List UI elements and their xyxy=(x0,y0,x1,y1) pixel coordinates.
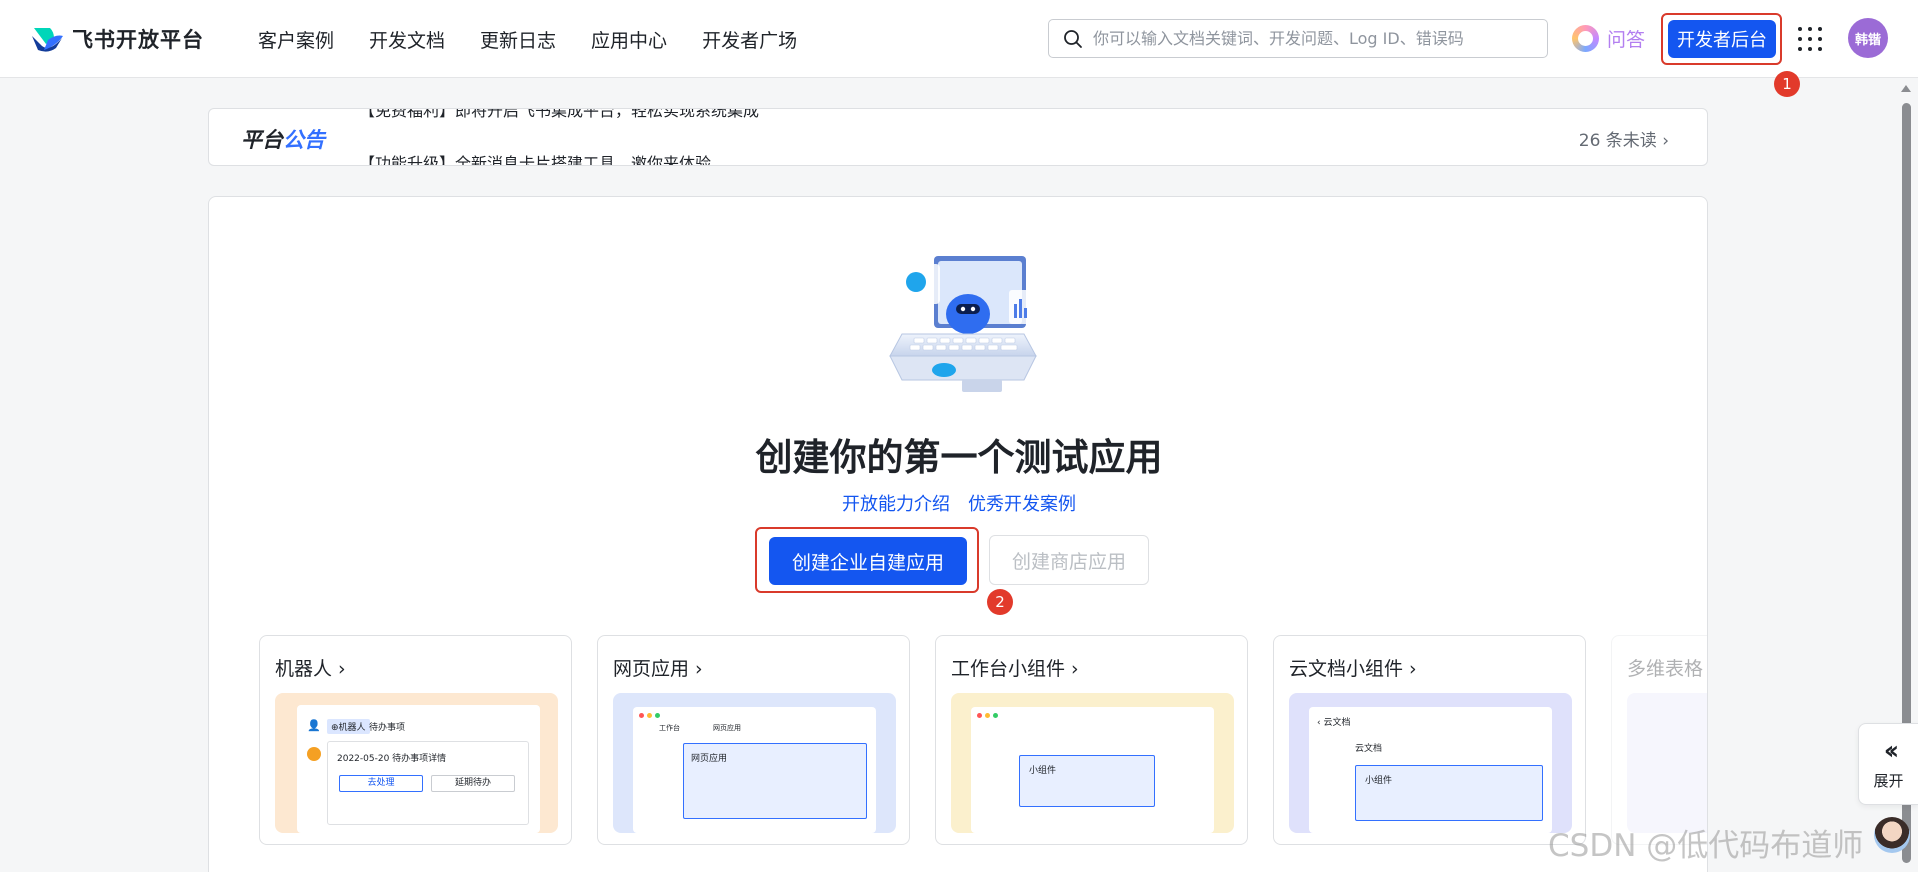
top-navigation-bar: 飞书开放平台 客户案例 开发文档 更新日志 应用中心 开发者广场 问答 开发者后… xyxy=(0,0,1918,97)
user-avatar[interactable]: 韩锴 xyxy=(1848,18,1888,58)
qa-button[interactable]: 问答 xyxy=(1572,25,1645,52)
app-type-title: 机器人 › xyxy=(275,658,346,680)
app-type-preview xyxy=(1627,693,1707,833)
search-input[interactable] xyxy=(1093,29,1533,48)
app-type-title: 云文档小组件 › xyxy=(1289,658,1417,680)
laptop-robot-illustration xyxy=(889,256,1037,392)
bot-icon xyxy=(307,747,321,761)
create-custom-app-button[interactable]: 创建企业自建应用 xyxy=(769,537,967,585)
main-nav: 客户案例 开发文档 更新日志 应用中心 开发者广场 xyxy=(258,26,797,53)
dev-cases-link[interactable]: 优秀开发案例 xyxy=(968,490,1076,516)
unread-count-link[interactable]: 26 条未读 › xyxy=(1579,126,1669,151)
announcement-item-prev[interactable]: 【免费福利】即将开启飞书集成平台，轻松实现系统集成 xyxy=(359,109,759,121)
brand-logo[interactable]: 飞书开放平台 xyxy=(30,24,204,54)
help-assistant-avatar[interactable] xyxy=(1874,817,1910,853)
watermark-text: CSDN @低代码布道师 xyxy=(1548,828,1864,864)
capability-intro-link[interactable]: 开放能力介绍 xyxy=(842,490,950,516)
scroll-up-arrow[interactable] xyxy=(1901,85,1911,92)
app-type-title: 网页应用 › xyxy=(613,658,703,680)
app-type-card-bot[interactable]: 机器人 › 👤 ⊕机器人 待办事项 2022-05-20 待办事项详情 去处理 … xyxy=(259,635,572,845)
double-chevron-left-icon: ‹‹ xyxy=(1883,735,1900,766)
hero-links: 开放能力介绍 优秀开发案例 xyxy=(209,490,1707,516)
feishu-logo-icon xyxy=(32,28,63,52)
nav-dev-plaza[interactable]: 开发者广场 xyxy=(702,26,797,53)
create-app-card: 创建你的第一个测试应用 开放能力介绍 优秀开发案例 创建企业自建应用 创建商店应… xyxy=(208,196,1708,872)
platform-announcement: 平台公告 【免费福利】即将开启飞书集成平台，轻松实现系统集成 【功能升级】全新消… xyxy=(208,108,1708,166)
nav-customer-cases[interactable]: 客户案例 xyxy=(258,26,334,53)
person-icon: 👤 xyxy=(307,719,321,732)
hero-title: 创建你的第一个测试应用 xyxy=(755,436,1163,479)
app-type-title: 工作台小组件 › xyxy=(951,658,1079,680)
app-type-preview: 工作台 网页应用 网页应用 xyxy=(613,693,896,833)
create-store-app-button[interactable]: 创建商店应用 xyxy=(989,535,1149,585)
qa-label: 问答 xyxy=(1607,29,1646,51)
app-type-card-web-app[interactable]: 网页应用 › 工作台 网页应用 网页应用 xyxy=(597,635,910,845)
search-box[interactable] xyxy=(1048,19,1548,58)
app-type-preview: 小组件 xyxy=(951,693,1234,833)
developer-console-button[interactable]: 开发者后台 xyxy=(1668,20,1776,58)
nav-app-center[interactable]: 应用中心 xyxy=(591,26,667,53)
ai-assistant-icon xyxy=(1572,25,1599,52)
app-type-card-doc-widget[interactable]: 云文档小组件 › ‹ 云文档 云文档 小组件 xyxy=(1273,635,1586,845)
announcement-item-current[interactable]: 【功能升级】全新消息卡片搭建工具，邀你来体验 xyxy=(359,150,711,165)
app-type-preview: 👤 ⊕机器人 待办事项 2022-05-20 待办事项详情 去处理 延期待办 xyxy=(275,693,558,833)
announcement-title: 平台公告 xyxy=(241,128,325,152)
expand-label: 展开 xyxy=(1873,771,1904,790)
side-expand-button[interactable]: ‹‹ 展开 xyxy=(1858,723,1918,805)
brand-name: 飞书开放平台 xyxy=(72,28,204,52)
app-type-card-workplace-widget[interactable]: 工作台小组件 › 小组件 xyxy=(935,635,1248,845)
step-marker-1: 1 xyxy=(1774,71,1800,97)
nav-dev-docs[interactable]: 开发文档 xyxy=(369,26,445,53)
search-icon xyxy=(1064,29,1082,48)
nav-changelog[interactable]: 更新日志 xyxy=(480,26,556,53)
app-type-preview: ‹ 云文档 云文档 小组件 xyxy=(1289,693,1572,833)
app-type-title: 多维表格 › xyxy=(1627,658,1708,680)
apps-grid-icon[interactable] xyxy=(1798,27,1822,51)
step-marker-2: 2 xyxy=(987,589,1013,615)
app-type-card-bitable[interactable]: 多维表格 › xyxy=(1611,635,1708,845)
